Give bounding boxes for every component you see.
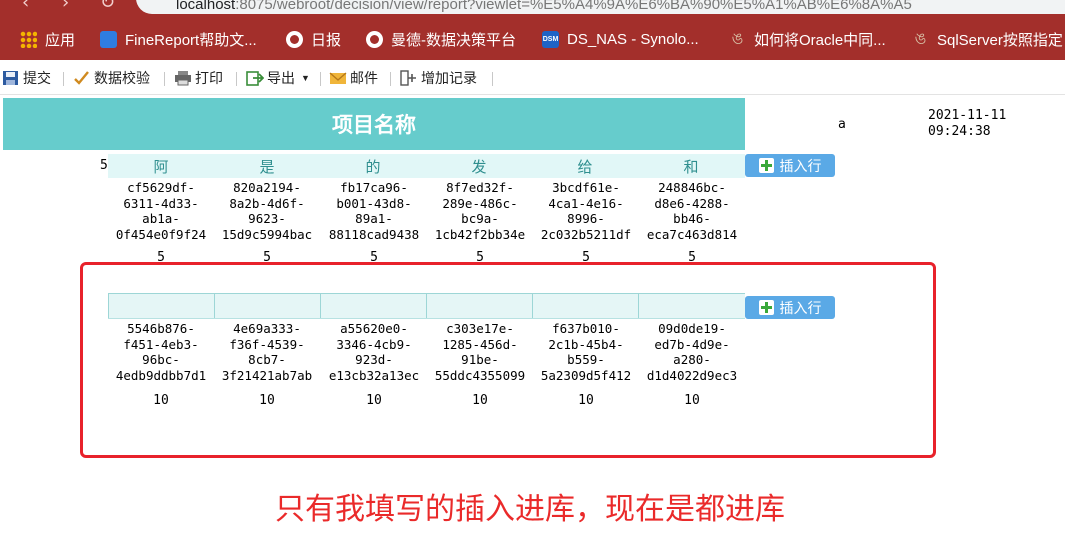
column-header: 发 — [471, 158, 487, 176]
toolbar-divider — [320, 72, 321, 86]
mail-icon — [329, 72, 347, 84]
id-cell[interactable]: fb17ca96- b001-43d8- 89a1- 88118cad9438 — [321, 180, 427, 242]
column-header: 是 — [259, 158, 275, 176]
validate-label: 数据校验 — [94, 70, 150, 86]
oracle-icon: ঙ — [731, 30, 744, 48]
submit-label: 提交 — [23, 70, 51, 86]
annotation-highlight-box — [80, 262, 936, 458]
printer-icon — [175, 71, 191, 86]
bookmark-sqlserver-article[interactable]: ঙ SqlServer按照指定 — [912, 28, 1063, 50]
bookmark-label: DS_NAS - Synolo... — [567, 30, 699, 48]
toolbar-divider — [236, 72, 237, 86]
insert-row-button[interactable]: 插入行 — [745, 154, 835, 177]
print-button[interactable]: 打印 — [174, 68, 223, 88]
save-icon — [3, 71, 18, 85]
url-path: :8075/webroot/decision/view/report?viewl… — [235, 0, 912, 13]
bookmark-apps[interactable]: 应用 — [20, 28, 75, 50]
oracle-icon: ঙ — [914, 30, 927, 48]
column-header: 的 — [365, 158, 381, 176]
bookmark-finereport-help[interactable]: FineReport帮助文... — [100, 28, 257, 50]
column-header: 给 — [577, 158, 593, 176]
back-icon[interactable]: ‹ — [22, 0, 29, 13]
submit-button[interactable]: 提交 — [2, 68, 51, 88]
toolbar-divider — [164, 72, 165, 86]
bookmark-label: SqlServer按照指定 — [937, 31, 1063, 49]
browser-top-strip: ‹ › ↻ localhost:8075/webroot/decision/vi… — [0, 0, 1065, 16]
bookmark-daily-report[interactable]: 日报 — [286, 28, 341, 50]
bookmark-label: 应用 — [45, 31, 76, 49]
address-bar[interactable]: localhost:8075/webroot/decision/view/rep… — [136, 0, 1065, 14]
cell-a-value[interactable]: a — [838, 117, 846, 132]
finereport-icon — [100, 30, 117, 48]
bookmark-ds-nas[interactable]: DSM DS_NAS - Synolo... — [542, 28, 699, 50]
bookmark-label: FineReport帮助文... — [125, 31, 257, 49]
timestamp-time: 09:24:38 — [928, 124, 991, 139]
export-icon — [246, 71, 264, 86]
url-host: localhost — [176, 0, 236, 13]
bookmark-oracle-article[interactable]: ঙ 如何将Oracle中同... — [729, 28, 886, 50]
toolbar-divider — [492, 72, 493, 86]
add-record-icon — [400, 70, 416, 86]
forward-icon[interactable]: › — [62, 0, 69, 13]
globe-icon — [366, 30, 383, 48]
timestamp: 2021-11-11 09:24:38 — [928, 108, 1006, 140]
id-cell[interactable]: 248846bc-d8e6-4288- bb46- eca7c463d814 — [639, 180, 745, 242]
row-count-cell: 5 — [100, 158, 108, 173]
bookmark-label: 日报 — [311, 31, 342, 49]
export-button[interactable]: 导出 ▼ — [246, 68, 310, 88]
bookmark-label: 如何将Oracle中同... — [754, 31, 886, 49]
globe-icon — [286, 30, 303, 48]
apps-grid-icon — [20, 30, 37, 48]
dsm-icon: DSM — [542, 30, 559, 48]
insert-row-label: 插入行 — [779, 157, 822, 174]
mail-label: 邮件 — [350, 70, 378, 86]
column-header-row: 阿 是 的 发 给 和 — [108, 154, 745, 178]
annotation-text: 只有我填写的插入进库，现在是都进库 — [275, 493, 785, 526]
chevron-down-icon: ▼ — [301, 73, 310, 83]
column-header: 和 — [683, 158, 699, 176]
id-cell[interactable]: cf5629df- 6311-4d33- ab1a- 0f454e0f9f24 — [108, 180, 214, 242]
id-cell[interactable]: 820a2194- 8a2b-4d6f- 9623- 15d9c5994bac — [214, 180, 320, 242]
add-record-label: 增加记录 — [421, 70, 477, 86]
reload-icon[interactable]: ↻ — [100, 0, 115, 13]
export-label: 导出 — [267, 70, 295, 86]
column-header: 阿 — [153, 158, 169, 176]
bookmark-decision-platform[interactable]: 曼德-数据决策平台 — [366, 28, 516, 50]
id-cell[interactable]: 8f7ed32f- 289e-486c-bc9a- 1cb42f2bb34e — [427, 180, 533, 242]
toolbar-divider — [390, 72, 391, 86]
validate-button[interactable]: 数据校验 — [73, 68, 150, 88]
bookmarks-bar: 应用 FineReport帮助文... 日报 曼德-数据决策平台 DSM DS_… — [0, 16, 1065, 60]
timestamp-date: 2021-11-11 — [928, 108, 1007, 123]
plus-icon — [758, 158, 774, 173]
id-cell[interactable]: 3bcdf61e- 4ca1-4e16- 8996- 2c032b5211df — [533, 180, 639, 242]
print-label: 打印 — [195, 70, 223, 86]
check-pen-icon — [74, 71, 89, 85]
mail-button[interactable]: 邮件 — [329, 68, 378, 88]
toolbar-divider — [63, 72, 64, 86]
report-toolbar: 提交 数据校验 打印 导出 ▼ 邮件 增加记录 — [0, 60, 1065, 95]
bookmark-label: 曼德-数据决策平台 — [391, 31, 516, 49]
add-record-button[interactable]: 增加记录 — [400, 68, 477, 88]
project-name-title: 项目名称 — [3, 98, 745, 150]
